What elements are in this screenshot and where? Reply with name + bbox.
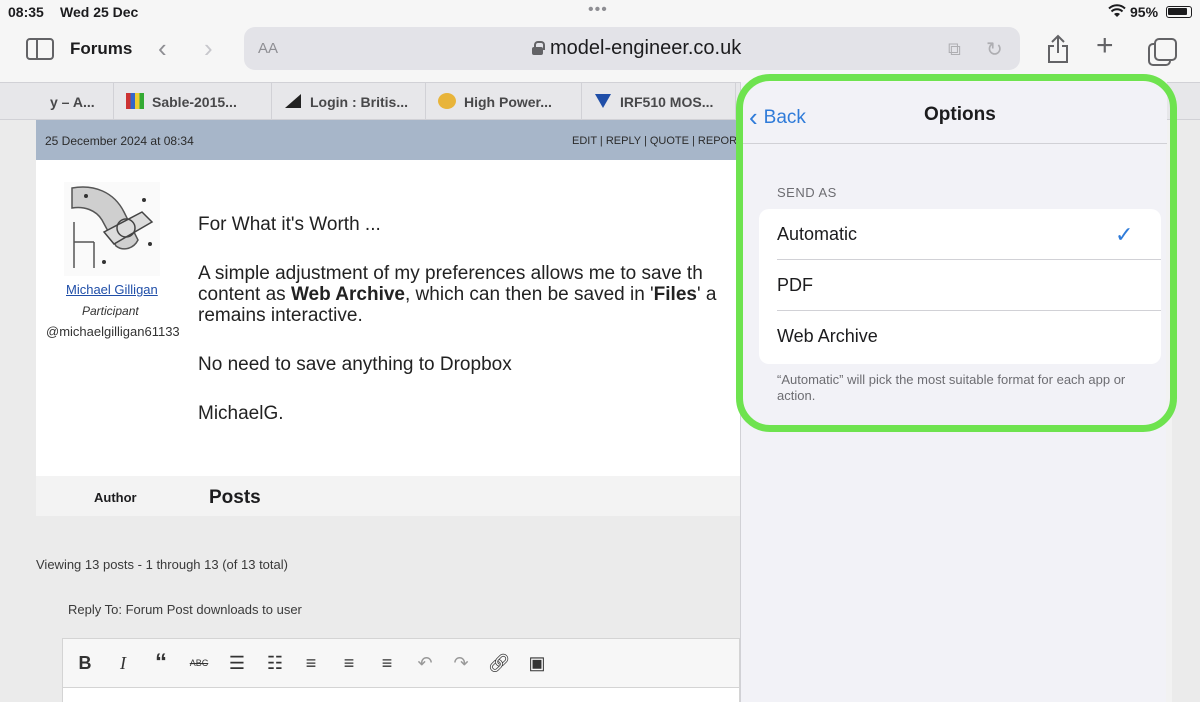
forum-post: Michael Gilligan Participant @michaelgil… xyxy=(36,160,740,476)
align-center-icon[interactable]: ≡ xyxy=(337,651,361,675)
numbered-list-icon[interactable]: ☷ xyxy=(263,651,287,675)
sidebar-icon[interactable] xyxy=(26,38,54,60)
tab-label: IRF510 MOS... xyxy=(620,94,714,110)
tab[interactable]: IRF510 MOS... xyxy=(582,83,736,120)
undo-icon[interactable]: ↶ xyxy=(413,651,437,675)
vishay-logo-icon xyxy=(594,93,612,109)
status-bar: 08:35 Wed 25 Dec ••• 95% xyxy=(0,0,1200,24)
wifi-icon xyxy=(1108,4,1126,21)
link-icon[interactable]: 🔗︎ xyxy=(487,651,511,675)
post-actions[interactable]: EDIT | REPLY | QUOTE | REPORT xyxy=(572,135,744,147)
url-text[interactable]: model-engineer.co.uk xyxy=(550,37,741,60)
posts-table-header: Author Posts xyxy=(36,476,740,516)
back-chevron-icon[interactable]: ‹ xyxy=(158,33,167,64)
tab[interactable]: y – A... xyxy=(20,83,114,120)
author-column-header: Author xyxy=(94,490,137,505)
reload-icon[interactable]: ↻ xyxy=(986,37,1003,62)
reply-heading: Reply To: Forum Post downloads to user xyxy=(68,602,302,617)
pagination-summary: Viewing 13 posts - 1 through 13 (of 13 t… xyxy=(36,557,288,572)
align-right-icon[interactable]: ≡ xyxy=(375,651,399,675)
tab-overview-icon[interactable] xyxy=(1148,38,1177,66)
italic-icon[interactable]: I xyxy=(111,651,135,675)
align-left-icon[interactable]: ≡ xyxy=(299,651,323,675)
author-role: Participant xyxy=(82,304,139,318)
share-icon[interactable] xyxy=(1046,34,1070,69)
redo-icon[interactable]: ↷ xyxy=(449,651,473,675)
triangle-logo-icon xyxy=(284,93,302,109)
multitask-dots-icon[interactable]: ••• xyxy=(588,1,608,19)
image-icon[interactable]: ▣ xyxy=(525,651,549,675)
bold-icon[interactable]: B xyxy=(73,651,97,675)
tab[interactable]: High Power... xyxy=(426,83,582,120)
forum-page: 25 December 2024 at 08:34 EDIT | REPLY |… xyxy=(0,120,744,702)
colorbars-icon xyxy=(126,93,144,109)
battery-icon xyxy=(1166,6,1192,18)
post-paragraph: A simple adjustment of my preferences al… xyxy=(198,263,717,326)
address-bar[interactable]: AA model-engineer.co.uk ⧉ ↻ xyxy=(244,27,1020,70)
post-line: No need to save anything to Dropbox xyxy=(198,354,512,375)
tab-label: y – A... xyxy=(50,94,95,110)
tab[interactable]: Login : Britis... xyxy=(272,83,426,120)
author-link[interactable]: Michael Gilligan xyxy=(66,282,158,297)
date: Wed 25 Dec xyxy=(60,4,139,20)
emoji-icon xyxy=(438,93,456,109)
bullet-list-icon[interactable]: ☰ xyxy=(225,651,249,675)
strikethrough-icon[interactable]: ABC xyxy=(187,651,211,675)
reply-editor: B I “ ABC ☰ ☷ ≡ ≡ ≡ ↶ ↷ 🔗︎ ▣ xyxy=(62,638,740,702)
clock: 08:35 xyxy=(8,4,44,20)
post-signature: MichaelG. xyxy=(198,403,284,424)
author-handle: @michaelgilligan61133 xyxy=(46,324,180,339)
new-tab-plus-icon[interactable]: + xyxy=(1096,29,1114,63)
forward-chevron-icon[interactable]: › xyxy=(204,33,213,64)
avatar xyxy=(64,182,160,276)
reply-textarea[interactable] xyxy=(63,687,739,702)
battery-percent: 95% xyxy=(1130,4,1159,20)
post-body: For What it's Worth ... A simple adjustm… xyxy=(198,214,758,452)
tab-label: High Power... xyxy=(464,94,552,110)
extension-icon[interactable]: ⧉ xyxy=(948,39,961,60)
tab[interactable]: Sable-2015... xyxy=(114,83,272,120)
page-settings-button[interactable]: AA xyxy=(258,40,278,57)
posts-column-header: Posts xyxy=(209,487,261,508)
highlight-outline xyxy=(736,74,1177,432)
lock-icon xyxy=(532,41,545,55)
post-header-bar: 25 December 2024 at 08:34 EDIT | REPLY |… xyxy=(36,120,744,160)
tab-group-title[interactable]: Forums xyxy=(70,39,132,59)
blockquote-icon[interactable]: “ xyxy=(149,651,173,675)
post-line: For What it's Worth ... xyxy=(198,214,381,235)
editor-toolbar: B I “ ABC ☰ ☷ ≡ ≡ ≡ ↶ ↷ 🔗︎ ▣ xyxy=(63,639,739,687)
tab-label: Login : Britis... xyxy=(310,94,408,110)
post-date: 25 December 2024 at 08:34 xyxy=(45,134,194,148)
tab-label: Sable-2015... xyxy=(152,94,237,110)
